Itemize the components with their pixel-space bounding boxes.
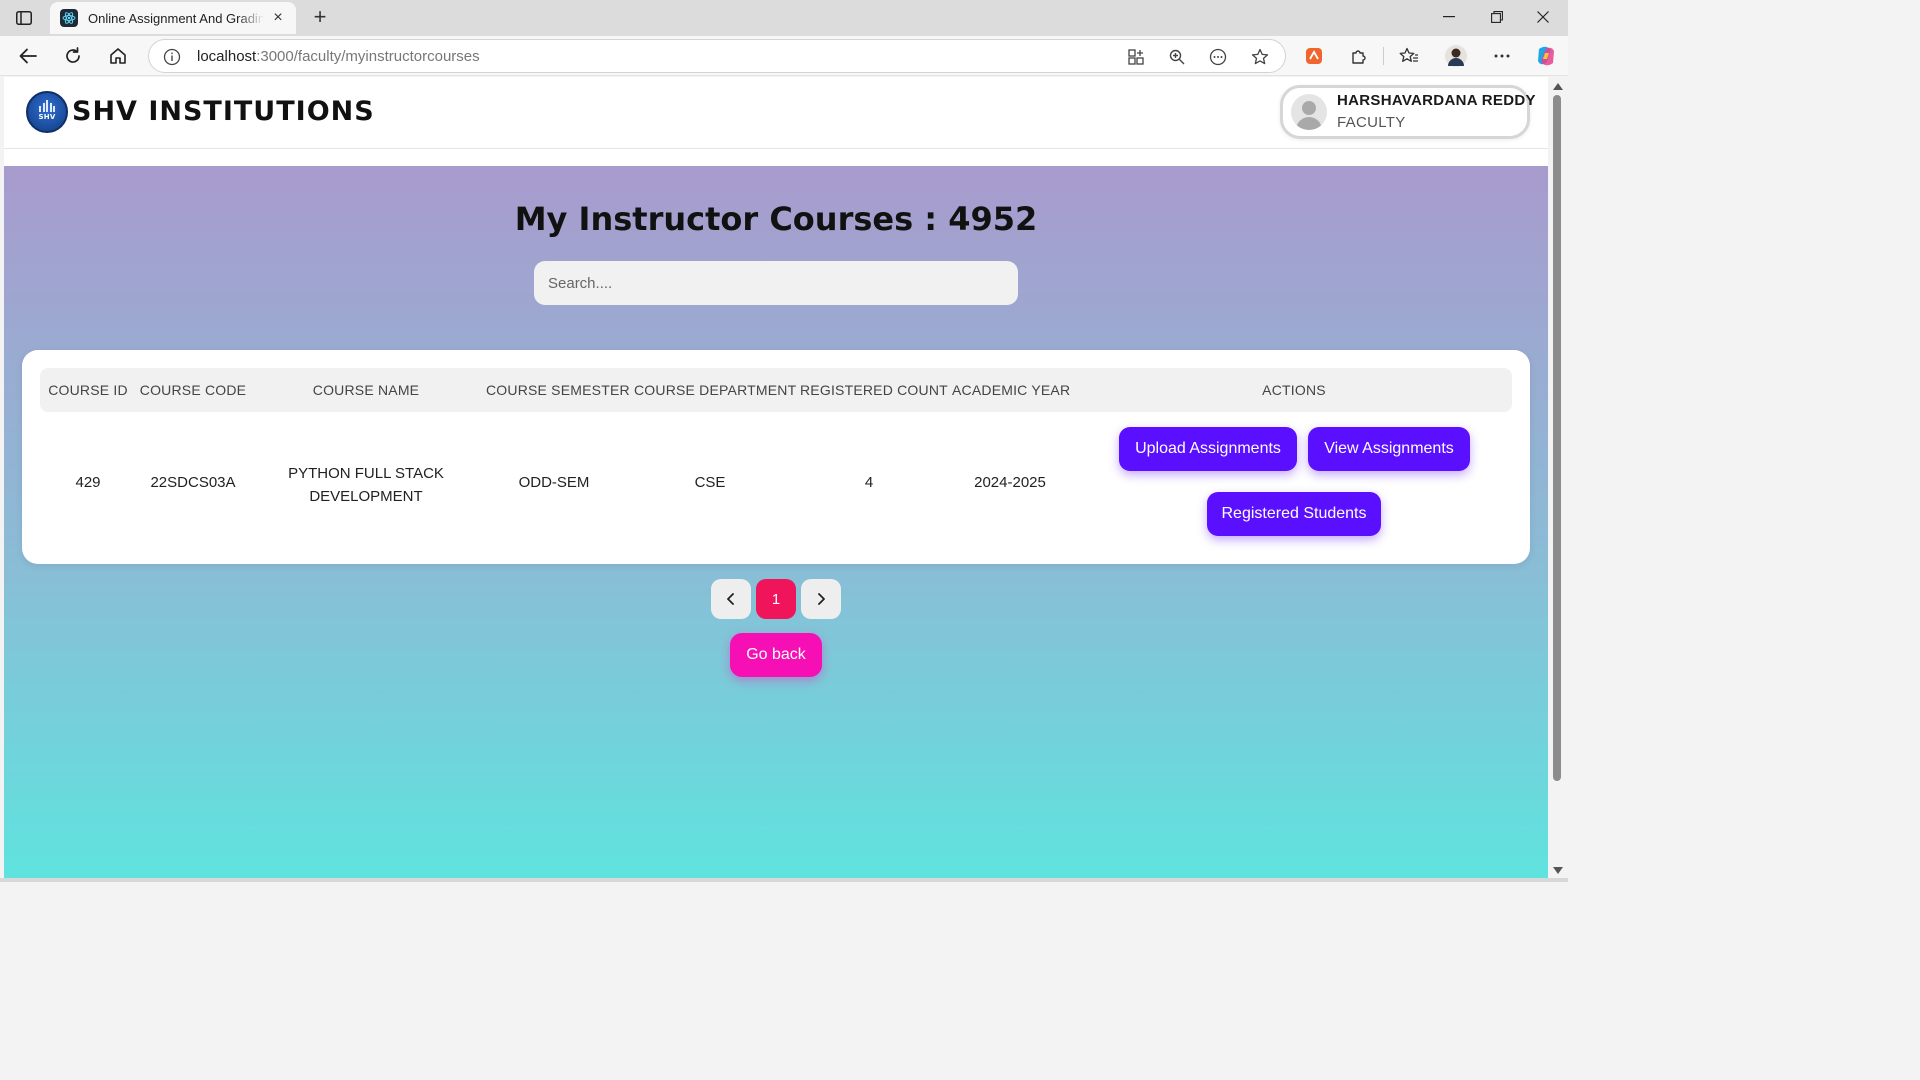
user-profile-chip[interactable]: HARSHAVARDANA REDDY FACULTY — [1280, 85, 1535, 139]
logo-abbr: SHV — [38, 112, 56, 121]
view-assignments-button[interactable]: View Assignments — [1308, 427, 1470, 471]
registered-students-button[interactable]: Registered Students — [1207, 492, 1381, 536]
browser-tab-bar: Online Assignment And Grading S × + — [0, 0, 1568, 36]
cell-course-code: 22SDCS03A — [150, 474, 236, 491]
cell-course-semester: ODD-SEM — [518, 474, 590, 491]
scrollbar-thumb[interactable] — [1553, 95, 1561, 781]
zoom-icon[interactable] — [1166, 46, 1188, 68]
main-content: My Instructor Courses : 4952 COURSE ID C… — [4, 166, 1548, 878]
url-host: localhost — [197, 48, 257, 65]
cell-academic-year: 2024-2025 — [974, 474, 1046, 491]
column-header-course-code: COURSE CODE — [139, 382, 247, 398]
cell-course-id: 429 — [75, 474, 101, 491]
column-header-academic-year: ACADEMIC YEAR — [952, 382, 1071, 398]
back-icon[interactable] — [14, 42, 42, 70]
page-viewport: SHV SHV INSTITUTIONS HARSHAVARDANA REDDY… — [4, 77, 1548, 878]
chevron-left-icon — [727, 593, 734, 605]
settings-more-icon[interactable] — [1490, 44, 1514, 68]
react-favicon-icon — [60, 9, 78, 27]
page-button-current[interactable]: 1 — [756, 579, 796, 619]
cell-registered-count: 4 — [864, 474, 874, 491]
extension-orange-icon[interactable] — [1302, 44, 1326, 68]
cell-course-department: CSE — [694, 474, 726, 491]
go-back-button[interactable]: Go back — [730, 633, 822, 677]
scroll-up-icon[interactable] — [1552, 81, 1564, 91]
search-input[interactable] — [534, 261, 1018, 305]
courses-table: COURSE ID COURSE CODE COURSE NAME COURSE… — [22, 350, 1530, 564]
scroll-down-icon[interactable] — [1552, 865, 1564, 875]
page-scrollbar[interactable] — [1548, 77, 1568, 878]
extensions-puzzle-icon[interactable] — [1347, 44, 1371, 68]
toolbar-separator — [1383, 47, 1384, 65]
close-tab-icon[interactable]: × — [270, 10, 286, 26]
column-header-actions: ACTIONS — [1262, 382, 1326, 398]
tab-title: Online Assignment And Grading S — [88, 10, 264, 26]
upload-assignments-button[interactable]: Upload Assignments — [1119, 427, 1297, 471]
site-info-icon[interactable] — [163, 48, 181, 66]
browser-toolbar: localhost:3000/faculty/myinstructorcours… — [0, 36, 1568, 76]
more-tools-icon[interactable] — [1207, 46, 1229, 68]
table-header: COURSE ID COURSE CODE COURSE NAME COURSE… — [40, 368, 1512, 412]
window-bottom-edge — [0, 878, 1568, 882]
user-role: FACULTY — [1337, 114, 1406, 131]
site-title: SHV INSTITUTIONS — [72, 96, 375, 127]
address-bar[interactable]: localhost:3000/faculty/myinstructorcours… — [148, 39, 1286, 73]
url-text[interactable]: localhost:3000/faculty/myinstructorcours… — [197, 48, 480, 65]
column-header-registered-count: REGISTERED COUNT — [800, 382, 948, 398]
url-path: :3000/faculty/myinstructorcourses — [256, 48, 480, 65]
site-header: SHV SHV INSTITUTIONS HARSHAVARDANA REDDY… — [4, 77, 1548, 149]
user-name: HARSHAVARDANA REDDY — [1337, 92, 1536, 109]
restore-icon[interactable] — [1474, 4, 1520, 30]
next-page-button[interactable] — [801, 579, 841, 619]
institution-logo[interactable]: SHV — [26, 91, 68, 133]
page-title: My Instructor Courses : 4952 — [514, 200, 1038, 238]
refresh-icon[interactable] — [59, 42, 87, 70]
favorite-star-icon[interactable] — [1249, 46, 1271, 68]
home-icon[interactable] — [104, 42, 132, 70]
close-window-icon[interactable] — [1520, 4, 1566, 30]
column-header-course-semester: COURSE SEMESTER — [486, 382, 630, 398]
avatar — [1291, 94, 1327, 130]
cell-course-name: PYTHON FULL STACK DEVELOPMENT — [288, 465, 444, 505]
new-tab-icon[interactable]: + — [308, 6, 332, 30]
column-header-course-id: COURSE ID — [48, 382, 128, 398]
column-header-course-name: COURSE NAME — [312, 382, 420, 398]
profile-avatar-icon[interactable] — [1444, 44, 1468, 68]
app-available-icon[interactable] — [1125, 46, 1147, 68]
logo-bars-icon — [39, 99, 55, 112]
minimize-icon[interactable] — [1426, 4, 1472, 30]
favorites-icon[interactable] — [1397, 44, 1421, 68]
chevron-right-icon — [818, 593, 825, 605]
sidebar-toggle-icon[interactable] — [12, 8, 36, 28]
column-header-course-department: COURSE DEPARTMENT — [634, 382, 797, 398]
copilot-icon[interactable] — [1534, 44, 1558, 68]
prev-page-button[interactable] — [711, 579, 751, 619]
browser-tab-active[interactable]: Online Assignment And Grading S × — [50, 2, 296, 34]
